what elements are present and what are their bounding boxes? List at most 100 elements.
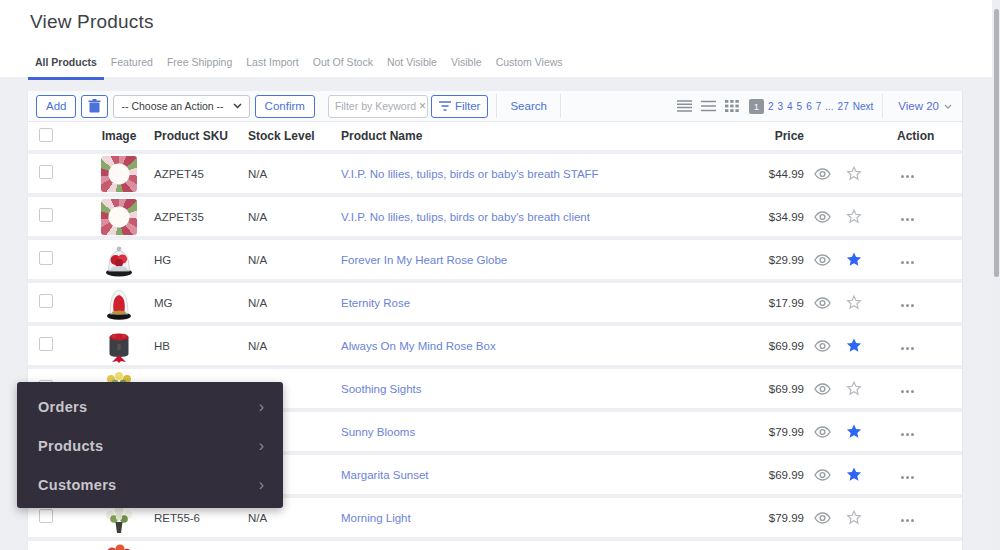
tab-last-import[interactable]: Last Import [239, 56, 306, 80]
page-next[interactable]: Next [853, 101, 874, 112]
tab-not-visible[interactable]: Not Visible [380, 56, 444, 80]
visibility-eye-icon[interactable] [807, 512, 837, 524]
product-name-link[interactable]: V.I.P. No lilies, tulips, birds or baby'… [341, 211, 590, 223]
context-menu: Orders› Products › Customers› [17, 382, 283, 508]
row-actions-ellipsis-icon[interactable] [901, 218, 914, 221]
toolbar-divider [496, 94, 497, 118]
row-actions-ellipsis-icon[interactable] [901, 433, 914, 436]
product-price: $34.99 [759, 211, 807, 223]
page-current[interactable]: 1 [749, 99, 764, 114]
filter-placeholder: Filter by Keyword [335, 100, 416, 112]
chevron-right-icon: › [259, 437, 264, 455]
tab-free-shipping[interactable]: Free Shipping [160, 56, 239, 80]
product-name-link[interactable]: Always On My Mind Rose Box [341, 340, 496, 352]
visibility-eye-icon[interactable] [807, 426, 837, 438]
row-actions-ellipsis-icon[interactable] [901, 390, 914, 393]
page-number[interactable]: 7 [816, 101, 822, 112]
confirm-button[interactable]: Confirm [255, 95, 315, 118]
product-price: $69.99 [759, 383, 807, 395]
product-sku: AZPET35 [154, 211, 248, 223]
row-checkbox[interactable] [39, 251, 53, 265]
scrollbar-thumb[interactable] [994, 9, 999, 277]
featured-star-icon[interactable] [837, 467, 871, 482]
visibility-eye-icon[interactable] [807, 340, 837, 352]
row-checkbox[interactable] [39, 294, 53, 308]
page-last[interactable]: 27 [838, 101, 849, 112]
list-dense-view-icon[interactable] [677, 100, 692, 112]
pagination: 1234567...27Next [749, 99, 873, 114]
row-checkbox[interactable] [39, 509, 53, 523]
featured-star-icon[interactable] [837, 209, 871, 224]
page-number[interactable]: 5 [797, 101, 803, 112]
page-size-select[interactable]: View 20 [898, 100, 952, 112]
product-name-link[interactable]: Eternity Rose [341, 297, 410, 309]
row-actions-ellipsis-icon[interactable] [901, 175, 914, 178]
featured-star-icon[interactable] [837, 252, 871, 267]
row-checkbox[interactable] [39, 337, 53, 351]
visibility-eye-icon[interactable] [807, 469, 837, 481]
action-select[interactable]: -- Choose an Action -- [113, 95, 249, 118]
featured-star-icon[interactable] [837, 166, 871, 181]
row-checkbox[interactable] [39, 165, 53, 179]
product-name-link[interactable]: Forever In My Heart Rose Globe [341, 254, 507, 266]
trash-icon [88, 99, 101, 113]
add-button[interactable]: Add [36, 95, 76, 118]
toolbar: Add -- Choose an Action -- Confirm Filte… [28, 91, 962, 122]
menu-item-label: Customers [38, 477, 116, 493]
page-number[interactable]: 4 [787, 101, 793, 112]
search-link[interactable]: Search [510, 100, 546, 112]
page-size-label: View 20 [898, 100, 939, 112]
featured-star-icon[interactable] [837, 295, 871, 310]
featured-star-icon[interactable] [837, 381, 871, 396]
product-name-link[interactable]: V.I.P. No lilies, tulips, birds or baby'… [341, 168, 599, 180]
visibility-eye-icon[interactable] [807, 383, 837, 395]
featured-star-icon[interactable] [837, 510, 871, 525]
menu-item-orders[interactable]: Orders› [17, 388, 283, 426]
grid-view-icon[interactable] [725, 100, 739, 112]
list-view-icon[interactable] [701, 100, 716, 112]
product-sku: RET55-6 [154, 512, 248, 524]
product-name-link[interactable]: Margarita Sunset [341, 469, 429, 481]
row-actions-ellipsis-icon[interactable] [901, 476, 914, 479]
filter-button[interactable]: Filter [431, 95, 489, 118]
page-number[interactable]: 6 [806, 101, 812, 112]
tab-out-of-stock[interactable]: Out Of Stock [306, 56, 380, 80]
tab-visible[interactable]: Visible [444, 56, 489, 80]
visibility-eye-icon[interactable] [807, 168, 837, 180]
product-price: $79.99 [759, 426, 807, 438]
row-actions-ellipsis-icon[interactable] [901, 261, 914, 264]
clear-filter-icon[interactable]: × [419, 99, 426, 113]
featured-star-icon[interactable] [837, 338, 871, 353]
product-name-link[interactable]: Soothing Sights [341, 383, 422, 395]
menu-item-label: Orders [38, 399, 87, 415]
menu-item-products[interactable]: Products › [17, 427, 283, 465]
row-actions-ellipsis-icon[interactable] [901, 304, 914, 307]
featured-star-icon[interactable] [837, 424, 871, 439]
tab-featured[interactable]: Featured [104, 56, 160, 80]
menu-item-label: Products [38, 438, 103, 454]
select-all-checkbox[interactable] [39, 128, 53, 142]
view-mode-icons [677, 100, 739, 112]
product-sku: HG [154, 254, 248, 266]
tab-all-products[interactable]: All Products [28, 56, 104, 80]
row-checkbox[interactable] [39, 208, 53, 222]
product-name-link[interactable]: Sunny Blooms [341, 426, 415, 438]
visibility-eye-icon[interactable] [807, 254, 837, 266]
header-price: Price [759, 129, 807, 143]
filter-button-label: Filter [455, 100, 481, 112]
visibility-eye-icon[interactable] [807, 211, 837, 223]
header-sku: Product SKU [154, 129, 248, 143]
menu-item-customers[interactable]: Customers› [17, 466, 283, 504]
page-number[interactable]: 2 [768, 101, 774, 112]
visibility-eye-icon[interactable] [807, 297, 837, 309]
product-name-link[interactable]: Morning Light [341, 512, 411, 524]
row-actions-ellipsis-icon[interactable] [901, 519, 914, 522]
table-header: Image Product SKU Stock Level Product Na… [28, 122, 962, 150]
filter-keyword-input[interactable]: Filter by Keyword × [328, 95, 428, 118]
tab-custom-views[interactable]: Custom Views [489, 56, 570, 80]
table-row: AZPET45 N/A V.I.P. No lilies, tulips, bi… [28, 150, 962, 193]
page-number[interactable]: 3 [777, 101, 783, 112]
row-actions-ellipsis-icon[interactable] [901, 347, 914, 350]
delete-button[interactable] [81, 95, 108, 118]
table-row: AZPET35 N/A V.I.P. No lilies, tulips, bi… [28, 193, 962, 236]
